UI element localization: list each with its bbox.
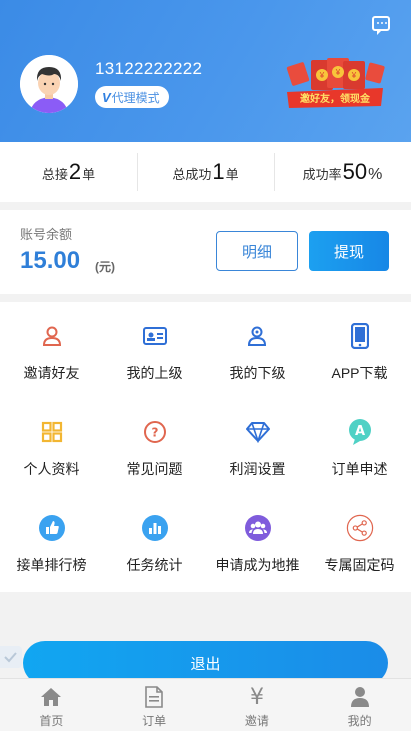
invite-promo-banner[interactable]: ¥ ¥ ¥ 邀好友，领现金 [283, 58, 387, 114]
tab-label: 邀请 [244, 714, 269, 728]
balance-unit: (元) [95, 260, 115, 274]
balance-amount: 15.00 [20, 247, 81, 274]
svg-text:A: A [354, 424, 364, 439]
menu-item-my-superior[interactable]: 我的上级 [103, 302, 206, 396]
stat-value: 2 [68, 159, 82, 184]
person-icon [349, 686, 371, 708]
bar-chart-icon [141, 514, 169, 542]
home-icon [40, 686, 62, 708]
balance-label: 账号余额 [20, 227, 73, 242]
promo-text: 邀好友，领现金 [300, 92, 371, 105]
withdraw-button[interactable]: 提现 [309, 231, 389, 271]
menu-item-label: 接单排行榜 [16, 557, 87, 573]
a-badge-icon: A [346, 418, 374, 446]
menu-item-label: 邀请好友 [23, 365, 80, 381]
menu-item-order-appeal[interactable]: A 订单申述 [308, 398, 411, 492]
side-toggle[interactable] [0, 646, 22, 668]
tab-home[interactable]: 首页 [0, 679, 103, 731]
menu-item-app-download[interactable]: APP下载 [308, 302, 411, 396]
menu-item-label: 任务统计 [126, 557, 183, 573]
menu-item-label: APP下载 [331, 365, 388, 381]
tab-label: 我的 [347, 714, 372, 728]
menu-item-invite-friends[interactable]: 邀请好友 [0, 302, 103, 396]
stat-success-rate: 成功率 50 % [274, 153, 411, 191]
stat-unit: 单 [82, 167, 96, 182]
share-icon [346, 514, 374, 542]
avatar[interactable] [20, 55, 78, 113]
stat-total-success: 总成功 1 单 [137, 153, 274, 191]
menu-item-label: 个人资料 [23, 461, 80, 477]
menu-item-label: 常见问题 [126, 461, 183, 477]
menu-item-faq[interactable]: ? 常见问题 [103, 398, 206, 492]
menu-item-fixed-code[interactable]: 专属固定码 [308, 494, 411, 588]
svg-text:¥: ¥ [351, 71, 357, 80]
user-icon [38, 322, 66, 350]
document-icon [143, 686, 165, 708]
group-icon [244, 514, 272, 542]
menu-item-label: 利润设置 [229, 461, 286, 477]
menu-item-order-ranking[interactable]: 接单排行榜 [0, 494, 103, 588]
svg-text:¥: ¥ [250, 686, 264, 708]
order-stats: 总接 2 单 总成功 1 单 成功率 50 % [0, 142, 411, 202]
svg-text:¥: ¥ [319, 71, 325, 80]
profile-header: 13122222222 V 代理模式 ¥ ¥ ¥ 邀好友，领现金 [0, 0, 411, 142]
menu-item-label: 专属固定码 [324, 557, 395, 573]
menu-item-label: 我的上级 [126, 365, 183, 381]
menu-item-apply-promoter[interactable]: 申请成为地推 [206, 494, 309, 588]
menu-item-profit-settings[interactable]: 利润设置 [206, 398, 309, 492]
phone-icon [346, 322, 374, 350]
red-envelope-icon: ¥ ¥ ¥ 邀好友，领现金 [286, 58, 385, 108]
stat-unit: 单 [225, 167, 239, 182]
bottom-tab-bar: 首页 订单 ¥ 邀请 我的 [0, 678, 411, 731]
tab-invite[interactable]: ¥ 邀请 [206, 679, 309, 731]
stat-label: 总成功 [172, 167, 212, 182]
stat-value: 50 [342, 159, 368, 184]
balance-card: 账号余额 15.00 (元) 明细 提现 [0, 210, 411, 294]
users-icon [244, 322, 272, 350]
agent-mode-label: 代理模式 [111, 90, 160, 105]
id-card-icon [141, 322, 169, 350]
stat-unit: % [368, 166, 383, 183]
menu-item-profile[interactable]: 个人资料 [0, 398, 103, 492]
tab-orders[interactable]: 订单 [103, 679, 206, 731]
detail-button[interactable]: 明细 [216, 231, 298, 271]
tab-mine[interactable]: 我的 [308, 679, 411, 731]
menu-item-label: 申请成为地推 [215, 557, 300, 573]
svg-text:?: ? [151, 426, 158, 440]
diamond-icon [244, 418, 272, 446]
check-icon [4, 652, 17, 663]
yen-icon: ¥ [246, 686, 268, 708]
thumbs-up-icon [38, 514, 66, 542]
feature-menu-grid: 邀请好友 我的上级 我的下级 APP下载 个人资料 ? 常见问题 利润设置 A … [0, 302, 411, 592]
tab-label: 首页 [39, 714, 64, 728]
stat-value: 1 [212, 159, 225, 184]
stat-total-orders: 总接 2 单 [0, 159, 137, 185]
v-icon: V [102, 89, 111, 105]
stat-label: 成功率 [302, 167, 342, 182]
tab-label: 订单 [142, 714, 167, 728]
menu-item-my-subordinates[interactable]: 我的下级 [206, 302, 309, 396]
menu-item-label: 我的下级 [229, 365, 286, 381]
avatar-image [20, 55, 78, 113]
svg-text:¥: ¥ [335, 68, 341, 77]
stat-label: 总接 [41, 167, 68, 182]
grid-icon [38, 418, 66, 446]
menu-item-label: 订单申述 [331, 461, 388, 477]
question-icon: ? [141, 418, 169, 446]
phone-number: 13122222222 [95, 59, 203, 78]
agent-mode-badge[interactable]: V 代理模式 [95, 86, 169, 108]
menu-item-task-stats[interactable]: 任务统计 [103, 494, 206, 588]
message-icon[interactable] [372, 16, 390, 35]
